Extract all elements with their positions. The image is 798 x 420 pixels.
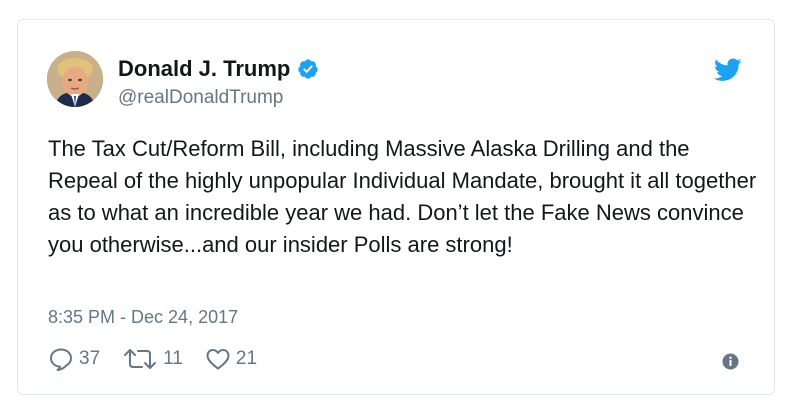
tweet-actions: 37 11 21	[48, 347, 279, 371]
retweet-icon	[124, 349, 157, 369]
reply-count: 37	[79, 348, 101, 369]
author-name[interactable]: Donald J. Trump	[118, 56, 290, 82]
info-icon[interactable]	[722, 353, 739, 370]
reply-button[interactable]: 37	[48, 347, 100, 371]
tweet-text: The Tax Cut/Reform Bill, including Massi…	[48, 136, 757, 257]
reply-icon	[50, 348, 72, 371]
avatar[interactable]	[47, 51, 103, 107]
tweet-card: Donald J. Trump @realDonaldTrump The Tax…	[17, 19, 775, 395]
retweet-button[interactable]: 11	[122, 347, 183, 371]
like-count: 21	[235, 348, 258, 369]
like-button[interactable]: 21	[205, 347, 257, 371]
like-icon	[206, 349, 230, 370]
twitter-bird-icon[interactable]	[714, 58, 742, 82]
verified-badge-icon	[298, 59, 318, 79]
tweet-timestamp[interactable]: 8:35 PM - Dec 24, 2017	[48, 306, 238, 328]
author-name-row: Donald J. Trump	[118, 56, 319, 82]
author-handle[interactable]: @realDonaldTrump	[118, 86, 283, 110]
retweet-count: 11	[163, 348, 183, 369]
